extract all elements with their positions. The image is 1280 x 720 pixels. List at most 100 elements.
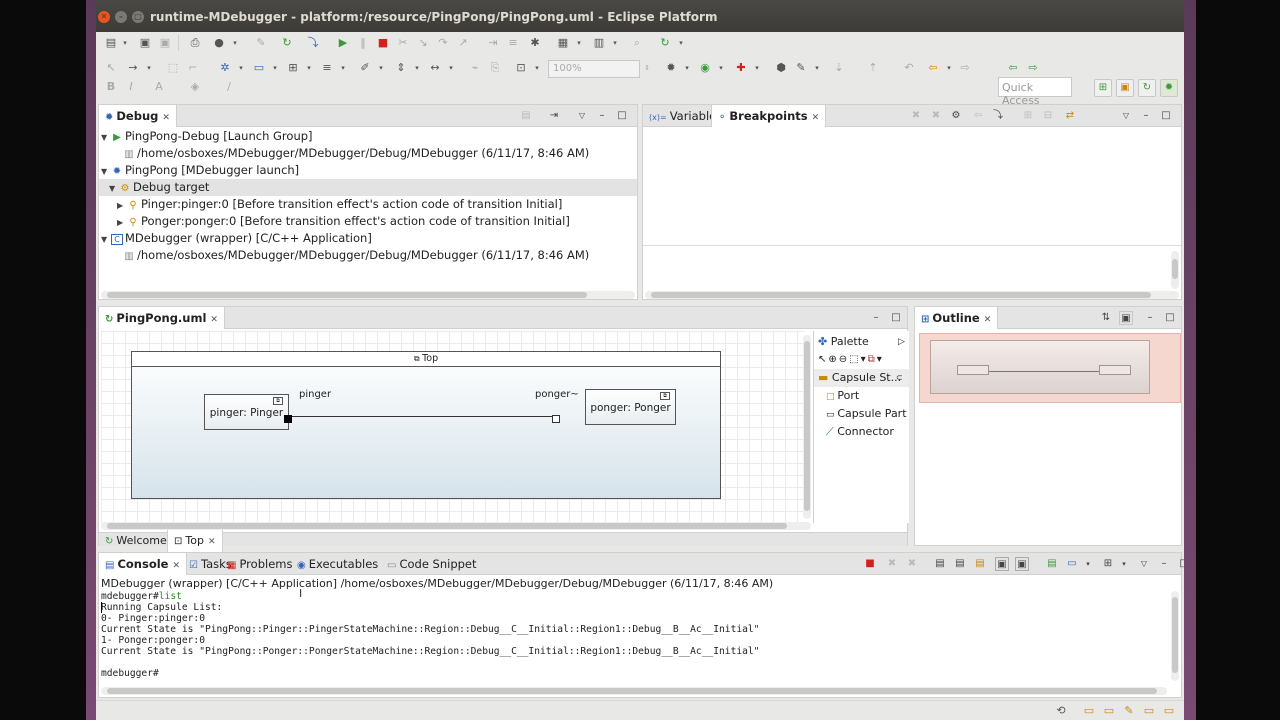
status-folder-icon[interactable]: ▭	[1082, 704, 1096, 718]
pen-icon[interactable]: ✎	[254, 36, 268, 50]
breakpoints-hscrollbar[interactable]	[645, 291, 1179, 299]
size-icon[interactable]: ↔	[428, 61, 442, 75]
console-command-line[interactable]: mdebugger#list	[101, 591, 182, 602]
close-icon[interactable]: ✕	[984, 315, 992, 325]
dropdown-icon[interactable]: ▾	[234, 61, 248, 75]
tab-welcome[interactable]: ↻ Welcome	[99, 530, 173, 552]
remove-launch-icon[interactable]: ✖	[885, 557, 899, 571]
remove-all-icon[interactable]: ✖	[929, 109, 943, 123]
dropdown-icon[interactable]: ▾	[680, 61, 694, 75]
close-icon[interactable]: ✕	[208, 537, 216, 547]
close-icon[interactable]: ✕	[172, 561, 180, 571]
open-perspective-icon[interactable]: ⊞	[1094, 79, 1112, 97]
expand-icon[interactable]: ▼	[101, 129, 111, 146]
scroll-thumb[interactable]	[1172, 259, 1178, 279]
detail-vscrollbar[interactable]	[1171, 251, 1179, 289]
line-color-icon[interactable]: ∕	[222, 80, 236, 94]
target-icon[interactable]: ●	[212, 36, 226, 50]
view-menu-icon[interactable]: ▽	[575, 109, 589, 123]
palette-drawer[interactable]: ▬ Capsule St... ⊂	[814, 369, 909, 387]
papyrus-perspective-icon[interactable]: ↻	[1138, 79, 1156, 97]
save-all-icon[interactable]: ▣	[158, 36, 172, 50]
suspend-icon[interactable]: ‖	[356, 36, 370, 50]
skip-breakpoints-icon[interactable]: ⤵	[306, 36, 320, 50]
dropdown-icon[interactable]: ▾	[444, 61, 458, 75]
tree-row-launch-group[interactable]: ▼ ▶ PingPong-Debug [Launch Group]	[99, 128, 637, 145]
scroll-thumb[interactable]	[651, 292, 1151, 298]
dropdown-icon[interactable]: ▾	[877, 354, 884, 365]
dropdown-icon[interactable]: ▾	[674, 36, 688, 50]
external-tools-icon[interactable]: ✚	[734, 61, 748, 75]
tree-row-pinger[interactable]: ▶ ⚲ Pinger:pinger:0 [Before transition eff…	[99, 196, 637, 213]
view-menu-icon[interactable]: ▽	[1137, 557, 1151, 571]
expand-all-icon[interactable]: ⊞	[1021, 109, 1035, 123]
step-return-icon[interactable]: ↗	[456, 36, 470, 50]
layout-icon[interactable]: ▥	[592, 36, 606, 50]
port-pinger[interactable]	[284, 415, 292, 423]
tree-row-mdebugger-launch[interactable]: ▼ ✹ PingPong [MDebugger launch]	[99, 162, 637, 179]
layer-icon[interactable]: ▭	[252, 61, 266, 75]
italic-icon[interactable]: I	[124, 80, 138, 94]
align-icon[interactable]: ≡	[506, 36, 520, 50]
resume-icon[interactable]: ▶	[336, 36, 350, 50]
connector-line[interactable]	[288, 416, 556, 417]
overview-mode-icon[interactable]: ▣	[1119, 311, 1133, 325]
part-ponger[interactable]: ⧉ ponger: Ponger	[585, 389, 676, 425]
distribute-icon[interactable]: ⇕	[394, 61, 408, 75]
diagram-hscrollbar[interactable]	[101, 522, 811, 530]
dropdown-icon[interactable]: ▾	[530, 61, 544, 75]
minimize-icon[interactable]: –	[869, 311, 883, 325]
palette-header[interactable]: ✤ Palette ▷	[818, 333, 909, 351]
tab-executables[interactable]: ◉ Executables	[291, 553, 384, 575]
use-step-filters-icon[interactable]: ⇥	[486, 36, 500, 50]
step-into-icon[interactable]: ↘	[416, 36, 430, 50]
dropdown-icon[interactable]: ▾	[302, 61, 316, 75]
tab-problems[interactable]: ▦ Problems	[221, 553, 298, 575]
title-bar[interactable]: ✕ – □ runtime-MDebugger - platform:/reso…	[86, 0, 1196, 32]
dropdown-icon[interactable]: ▾	[1081, 557, 1095, 571]
scroll-thumb[interactable]	[107, 688, 1157, 694]
select-tool-icon[interactable]: ↖	[818, 354, 828, 365]
dropdown-icon[interactable]: ▾	[336, 61, 350, 75]
snap-grid-icon[interactable]: ⊡	[514, 61, 528, 75]
open-type-icon[interactable]: ⬢	[774, 61, 788, 75]
pin-drawer-icon[interactable]: ⊂	[896, 369, 903, 387]
diagram-canvas[interactable]: ⧉ Top ⧉ pinger: Pinger ⧉ ponger: Ponger pi…	[101, 331, 805, 523]
scroll-lock-icon[interactable]: ▤	[953, 557, 967, 571]
console-vscrollbar[interactable]	[1171, 591, 1179, 681]
zoom-spinner-icon[interactable]: ⇕	[640, 61, 654, 75]
dropdown-icon[interactable]: ▾	[268, 61, 282, 75]
status-box-icon[interactable]: ▭	[1162, 704, 1176, 718]
dropdown-icon[interactable]: ▾	[374, 61, 388, 75]
dropdown-icon[interactable]: ▾	[608, 36, 622, 50]
status-pencil-icon[interactable]: ✎	[1122, 704, 1136, 718]
skip-all-icon[interactable]: ⤵	[991, 109, 1005, 123]
minimize-window-button[interactable]: –	[115, 11, 127, 23]
terminate-icon[interactable]: ■	[863, 557, 877, 571]
search-icon[interactable]: ⌕	[630, 36, 644, 50]
status-folder-icon[interactable]: ▭	[1102, 704, 1116, 718]
scroll-thumb[interactable]	[107, 523, 787, 529]
zoom-out-icon[interactable]: ⊖	[839, 354, 849, 365]
port-ponger[interactable]	[552, 415, 560, 423]
tab-outline[interactable]: ⊞ Outline ✕	[914, 307, 999, 329]
maximize-window-button[interactable]: □	[132, 11, 144, 23]
link-with-debug-icon[interactable]: ⇄	[1063, 109, 1077, 123]
tree-row-debug-target[interactable]: ▼ ⚙ Debug target	[99, 179, 637, 196]
word-wrap-icon[interactable]: ▤	[973, 557, 987, 571]
run-icon[interactable]: ◉	[698, 61, 712, 75]
step-filters-icon[interactable]: ⇥	[547, 109, 561, 123]
clear-console-icon[interactable]: ▤	[933, 557, 947, 571]
console-hscrollbar[interactable]	[101, 687, 1167, 695]
outline-diagram-thumbnail[interactable]	[930, 340, 1150, 394]
step-over-icon[interactable]: ↷	[436, 36, 450, 50]
pin-console-icon[interactable]: ▤	[1045, 557, 1059, 571]
tab-debug[interactable]: ✹ Debug ✕	[98, 105, 177, 127]
marquee-icon[interactable]: ⬚	[849, 354, 860, 365]
expand-icon[interactable]: ▶	[117, 197, 127, 214]
scroll-thumb[interactable]	[804, 341, 810, 511]
palette-tool-connector[interactable]: ⟋ Connector	[826, 423, 909, 441]
dropdown-icon[interactable]: ▾	[118, 36, 132, 50]
dropdown-icon[interactable]: ▾	[942, 61, 956, 75]
goto-file-icon[interactable]: ⇦	[971, 109, 985, 123]
